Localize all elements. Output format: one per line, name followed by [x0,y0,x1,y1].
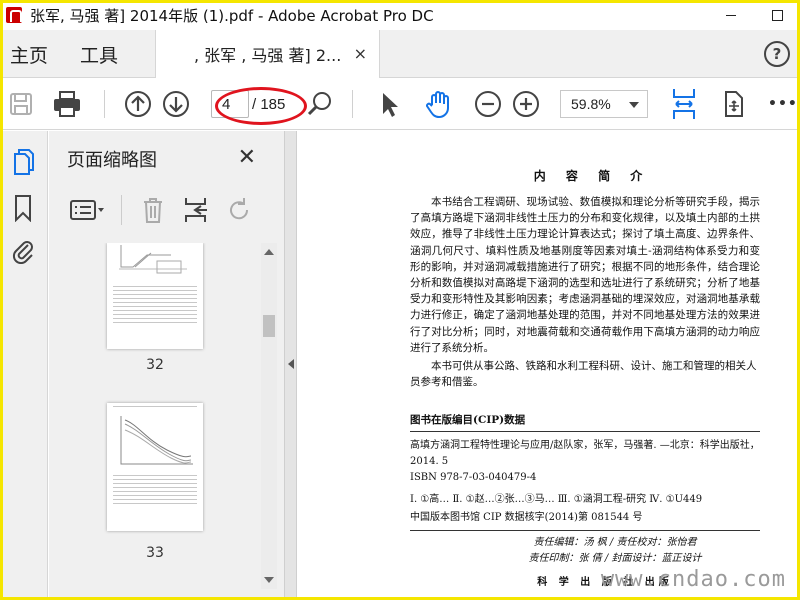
tools-tab[interactable]: 工具 [80,30,118,78]
thumbnails-panel: 页面缩略图 ✕ 32 33 [49,131,285,600]
help-icon[interactable]: ? [764,41,790,67]
document-page: 内 容 简 介 本书结合工程调研、现场试验、数值模拟和理论分析等研究手段，揭示了… [410,167,760,588]
window-controls [708,0,800,30]
close-tab-icon[interactable]: × [354,44,367,63]
page-thumbnail[interactable] [107,243,203,349]
navigation-rail [0,131,48,600]
chevron-down-icon [629,102,639,108]
thumbnail-page-number: 32 [146,357,164,373]
next-page-icon[interactable] [162,90,190,118]
panel-divider [121,195,122,225]
zoom-out-icon[interactable] [474,90,502,118]
close-panel-icon[interactable]: ✕ [238,145,256,170]
zoom-in-icon[interactable] [512,90,540,118]
thumbnail-options-icon[interactable] [69,195,107,225]
zoom-level-value: 59.8% [571,96,611,112]
panel-toolbar [49,191,285,231]
document-view: 内 容 简 介 本书结合工程调研、现场试验、数值模拟和理论分析等研究手段，揭示了… [298,131,800,600]
watermark: www.cndao.com [600,567,786,592]
more-tools-icon[interactable]: ••• [768,90,798,118]
thumbnail-page-number: 33 [146,545,164,561]
audience-paragraph: 本书可供从事公路、铁路和水利工程科研、设计、施工和管理的相关人员参考和借鉴。 [410,360,757,389]
bookmark-icon[interactable] [10,195,36,222]
home-tab[interactable]: 主页 [10,30,48,78]
scrollbar-thumb[interactable] [263,315,275,337]
maximize-button[interactable] [754,0,800,30]
save-icon[interactable] [8,90,34,118]
thumbnail-scrollbar[interactable] [261,243,277,589]
select-cursor-icon[interactable] [378,90,402,118]
summary-paragraph: 本书结合工程调研、现场试验、数值模拟和理论分析等研究手段，揭示了高填方路堤下涵洞… [410,196,760,354]
toolbar-divider [352,90,353,118]
thumbnail-list: 32 33 [49,243,261,589]
cip-number: 中国版本图书馆 CIP 数据核字(2014)第 081544 号 [410,512,643,524]
delete-page-icon[interactable] [141,195,165,225]
cip-classification: Ⅰ. ①高… Ⅱ. ①赵…②张…③马… Ⅲ. ①涵洞工程-研究 Ⅳ. ①U449 [410,494,703,506]
panel-title: 页面缩略图 [67,150,157,171]
previous-page-icon[interactable] [124,90,152,118]
rotate-page-icon[interactable] [225,195,253,225]
toolbar-divider [104,90,105,118]
zoom-search-icon[interactable] [306,90,334,118]
page-heading: 内 容 简 介 [533,169,651,183]
panel-collapse-handle[interactable] [285,131,297,600]
acrobat-logo-icon [6,7,22,23]
printing-credit: 责任印制：张 倩 / 封面设计：蓝正设计 [528,553,702,565]
divider [410,530,760,532]
full-screen-icon[interactable] [720,90,746,118]
annotation-red-circle [215,87,307,125]
insert-page-icon[interactable] [183,195,209,225]
document-tab[interactable]: , 张军 , 马强 著] 2... × [155,30,380,78]
page-thumbnails-icon[interactable] [10,149,36,175]
cip-title: 图书在版编目(CIP)数据 [410,412,760,433]
editors-credit: 责任编辑：汤 枫 / 责任校对：张怡君 [533,537,697,549]
menu-bar: 主页 工具 , 张军 , 马强 著] 2... × ? [0,30,800,78]
isbn: ISBN 978-7-03-040479-4 [410,472,537,484]
title-bar: 张军, 马强 著] 2014年版 (1).pdf - Adobe Acrobat… [0,0,800,30]
document-tab-title: , 张军 , 马强 著] 2... [194,46,342,65]
toolbar: 4 / 185 59.8% ••• [0,78,800,130]
attachment-icon[interactable] [10,237,36,264]
zoom-level-dropdown[interactable]: 59.8% [560,90,648,118]
scroll-up-icon[interactable] [264,249,274,255]
page-thumbnail[interactable] [107,403,203,531]
hand-tool-icon[interactable] [424,90,454,119]
cip-book-record: 高填方涵洞工程特性理论与应用/赵队家，张军，马强著. —北京：科学出版社，201… [410,440,760,468]
scroll-down-icon[interactable] [264,577,274,583]
minimize-button[interactable] [708,0,754,30]
window-title: 张军, 马强 著] 2014年版 (1).pdf - Adobe Acrobat… [30,6,434,25]
print-icon[interactable] [52,90,82,118]
fit-page-icon[interactable] [670,89,698,119]
